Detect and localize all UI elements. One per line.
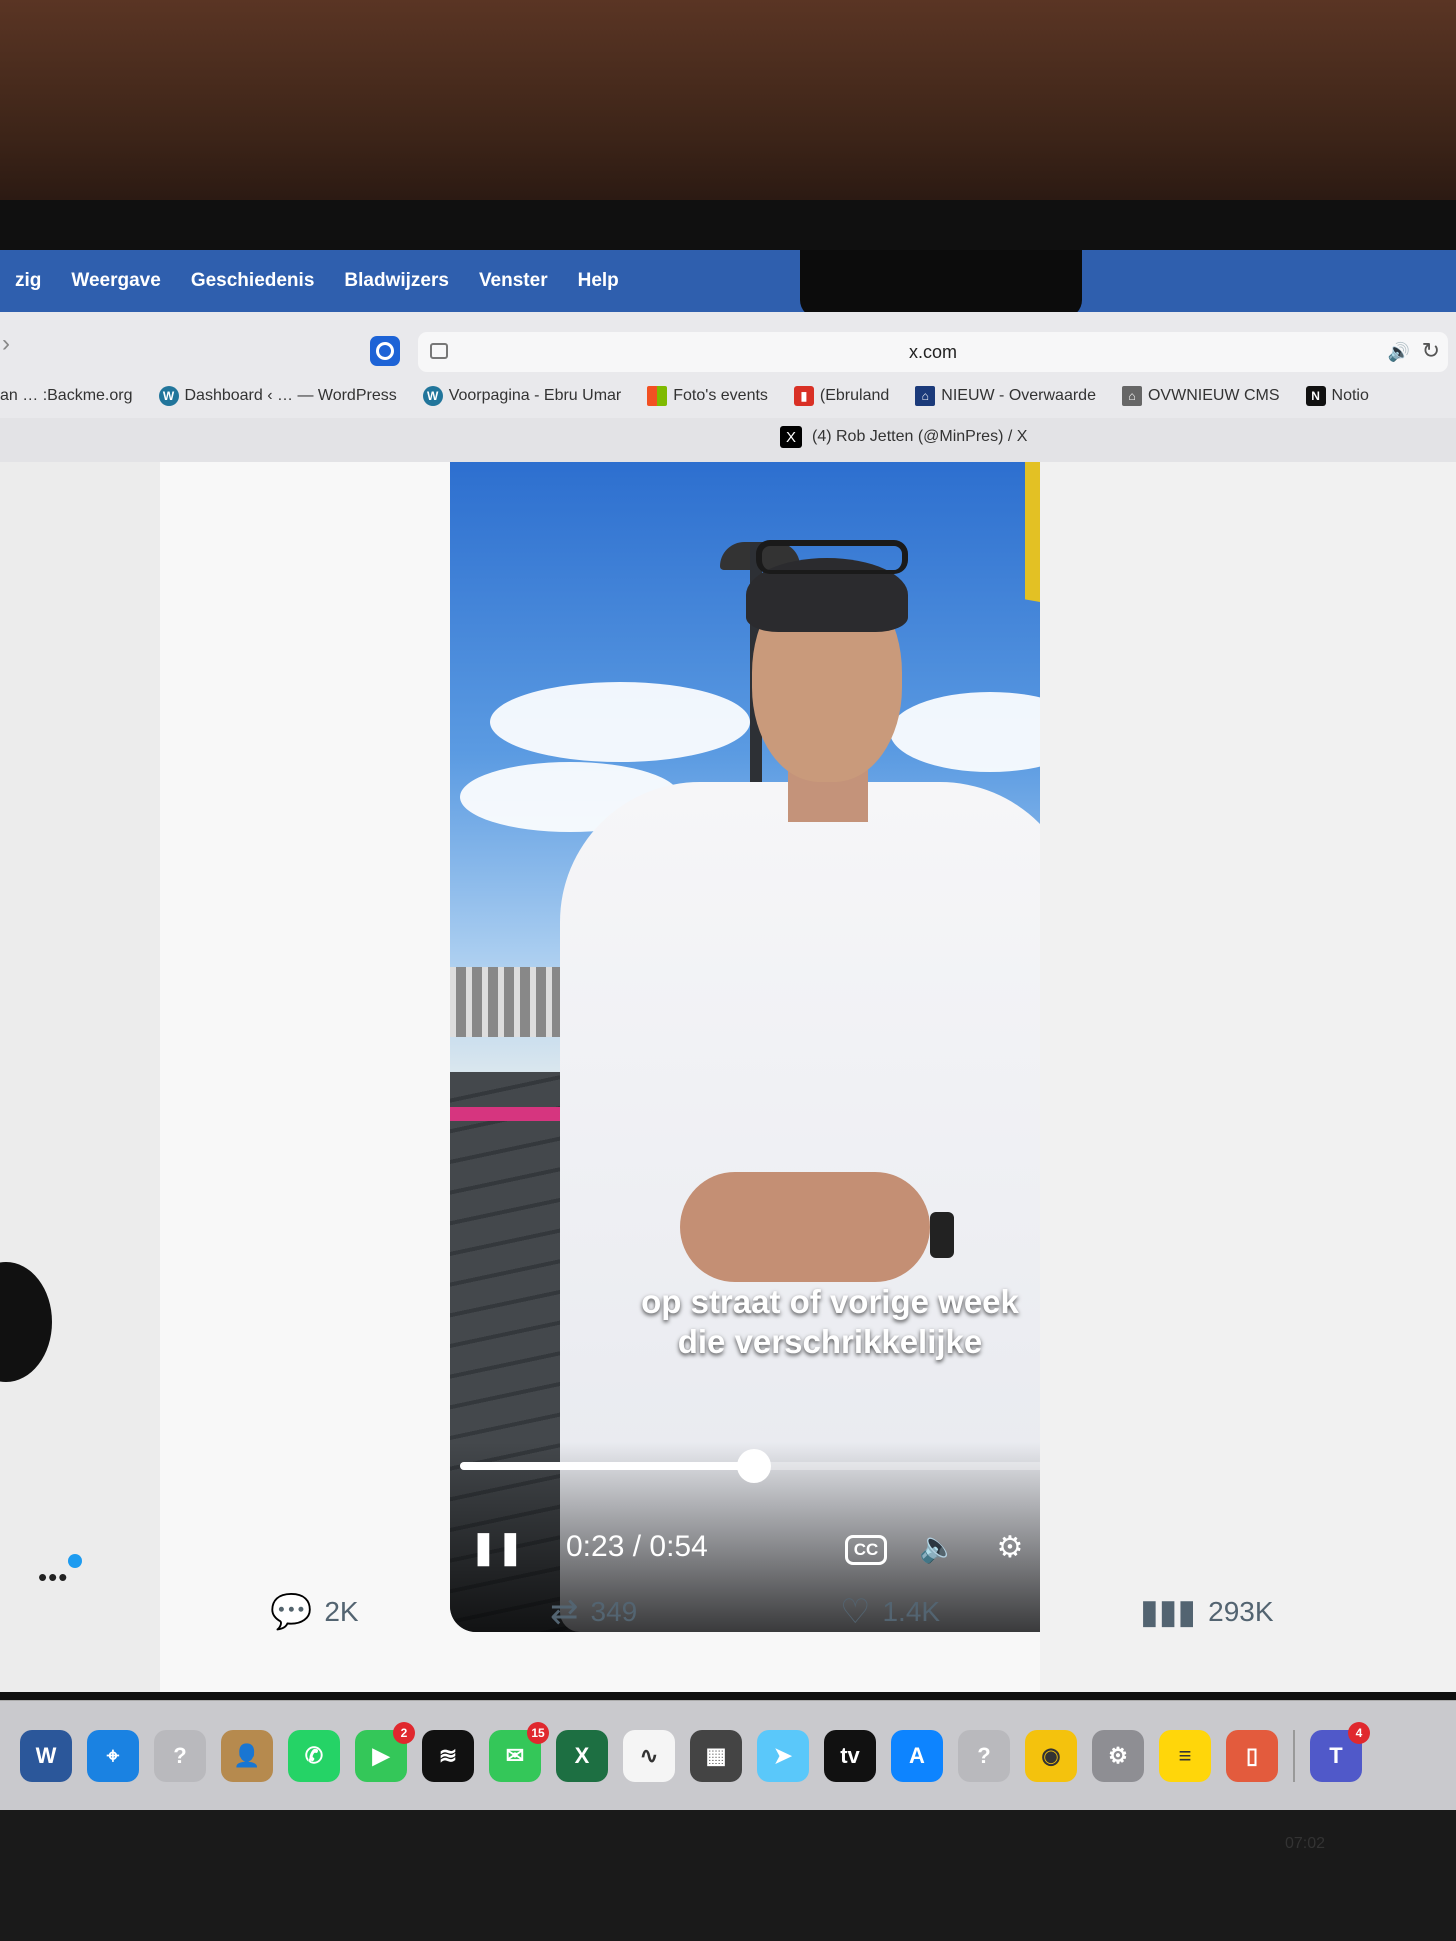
reply-count: 2K — [324, 1596, 359, 1627]
dock-app-spotify-icon[interactable]: ≋ — [422, 1729, 474, 1782]
bookmark-notion[interactable]: N Notio — [1305, 386, 1369, 406]
bookmark-ebru-umar[interactable]: W Voorpagina - Ebru Umar — [422, 386, 621, 406]
privacy-extension-icon[interactable] — [370, 336, 400, 366]
dock-app-messages-icon[interactable]: ✉ 15 — [489, 1721, 549, 1782]
dock-app-unknown-icon[interactable]: ? — [154, 1729, 206, 1782]
x-page: ••• op straat of vorige week die verschr… — [0, 462, 1456, 1692]
bookmarks-bar: an … :Backme.org W Dashboard ‹ … — WordPr… — [0, 374, 1456, 418]
menu-item-bookmarks[interactable]: Bladwijzers — [329, 270, 464, 292]
tab-bar: X (4) Rob Jetten (@MinPres) / X — [0, 418, 1456, 463]
overwaarde-icon: ⌂ — [915, 386, 936, 406]
tab-active[interactable]: X (4) Rob Jetten (@MinPres) / X — [780, 426, 1027, 448]
settings-icon[interactable]: ⚙ — [974, 1530, 1046, 1565]
dock-app-word-icon[interactable]: W — [20, 1729, 72, 1782]
dock-app-contacts-icon[interactable]: 👤 — [221, 1729, 273, 1782]
reload-icon[interactable]: ↻ — [1422, 338, 1440, 364]
like-count: 1.4K — [882, 1596, 941, 1627]
bookmark-ebruland[interactable]: ▮ (Ebruland — [793, 386, 889, 406]
menu-item-window[interactable]: Venster — [464, 270, 563, 292]
notification-dot — [68, 1554, 82, 1568]
speaker-hands — [680, 1172, 930, 1282]
macos-menubar: zig Weergave Geschiedenis Bladwijzers Ve… — [0, 250, 1456, 312]
bookmark-wp-dashboard[interactable]: W Dashboard ‹ … — WordPress — [158, 386, 397, 406]
address-bar[interactable]: x.com 🔊 ↻ — [418, 332, 1448, 372]
more-icon[interactable]: ••• — [38, 1562, 68, 1593]
dock-badge: 2 — [393, 1721, 415, 1744]
dock-separator — [1293, 1729, 1295, 1782]
notion-icon: N — [1305, 386, 1326, 406]
dock-app-apple-tv-icon[interactable]: tv — [824, 1729, 876, 1782]
right-sidebar — [1040, 462, 1456, 1692]
views-icon: ▮▮▮ — [1140, 1593, 1197, 1631]
timeline-column: op straat of vorige week die verschrikke… — [160, 462, 1210, 1692]
menu-item-help[interactable]: Help — [563, 270, 634, 292]
wordpress-icon: W — [422, 386, 443, 406]
reply-button[interactable]: 💬 2K — [270, 1592, 359, 1632]
dock-app-facetime-icon[interactable]: ▶ 2 — [355, 1721, 415, 1782]
laptop-bottom-bezel — [0, 1810, 1456, 1941]
reply-icon: 💬 — [270, 1593, 313, 1631]
video-time: 0:23 / 0:54 — [566, 1530, 708, 1563]
audio-playing-icon[interactable]: 🔊 — [1388, 342, 1410, 363]
menu-item-edit[interactable]: zig — [0, 270, 56, 292]
dock-app-excel-icon[interactable]: X — [556, 1729, 608, 1782]
dock-app-system-settings-icon[interactable]: ⚙ — [1092, 1729, 1144, 1782]
left-nav-column: ••• — [0, 462, 160, 1692]
repost-icon: ⇄ — [550, 1593, 579, 1631]
dock-app-calculator-icon[interactable]: ▦ — [690, 1729, 742, 1782]
heart-icon: ♡ — [840, 1593, 871, 1631]
dock-app-app-store-icon[interactable]: A — [891, 1729, 943, 1782]
dock-app-freeform-icon[interactable]: ∿ — [623, 1729, 675, 1782]
dock-app-maps-icon[interactable]: ➤ — [757, 1729, 809, 1782]
dock-app-chrome-icon[interactable]: ◉ — [1025, 1729, 1077, 1782]
x-logo-icon: X — [780, 426, 802, 448]
bookmark-overwaarde[interactable]: ⌂ NIEUW - Overwaarde — [915, 386, 1096, 406]
macos-dock: W ⌖? 👤 ✆ ▶ 2 ≋ ✉ 15 X ∿ ▦ ➤ tv A? ◉ ⚙ ≡ ▯ T 4 — [0, 1700, 1456, 1810]
bookmark-backme[interactable]: an … :Backme.org — [0, 387, 133, 405]
wordpress-icon: W — [158, 386, 179, 406]
menu-item-view[interactable]: Weergave — [56, 270, 175, 292]
clock: 07:02 — [1285, 1835, 1326, 1852]
captions-button[interactable]: CC — [830, 1529, 902, 1565]
like-button[interactable]: ♡ 1.4K — [840, 1592, 940, 1632]
post-button[interactable] — [0, 1262, 52, 1382]
dock-app-notes-icon[interactable]: ≡ — [1159, 1729, 1211, 1782]
dock-app-iphone-mirroring-icon[interactable]: ▯ — [1226, 1729, 1278, 1782]
windows-icon — [647, 386, 668, 406]
dock-app-safari-icon[interactable]: ⌖ — [87, 1729, 139, 1782]
back-icon[interactable]: › — [2, 330, 10, 358]
view-count: 293K — [1208, 1596, 1274, 1627]
bookmark-icon: ▮ — [793, 386, 814, 406]
progress-fill — [460, 1462, 754, 1470]
cc-icon: CC — [844, 1535, 888, 1565]
dock-app-whatsapp-icon[interactable]: ✆ — [288, 1729, 340, 1782]
dock-app-teams-icon[interactable]: T4 — [1310, 1721, 1370, 1782]
dock-badge: 4 — [1348, 1721, 1370, 1744]
views-button[interactable]: ▮▮▮ 293K — [1140, 1592, 1274, 1632]
pause-icon[interactable]: ❚❚ — [470, 1528, 550, 1566]
repost-button[interactable]: ⇄ 349 — [550, 1592, 637, 1632]
overwaarde-icon: ⌂ — [1121, 386, 1142, 406]
progress-thumb[interactable] — [736, 1449, 771, 1483]
cloud — [490, 682, 750, 762]
sunglasses — [756, 540, 908, 574]
url-text: x.com — [908, 342, 957, 362]
bookmark-ovw-cms[interactable]: ⌂ OVWNIEUW CMS — [1121, 386, 1280, 406]
wristwatch — [930, 1212, 954, 1258]
post-actions: 💬 2K ⇄ 349 ♡ 1.4K ▮▮▮ 293K — [270, 1592, 1274, 1652]
dock-badge: 15 — [527, 1721, 549, 1744]
camera-notch — [800, 250, 1082, 318]
tab-title: (4) Rob Jetten (@MinPres) / X — [812, 428, 1028, 445]
volume-icon[interactable]: 🔈 — [902, 1530, 974, 1565]
repost-count: 349 — [590, 1596, 638, 1627]
menu-item-history[interactable]: Geschiedenis — [176, 270, 330, 292]
room-background — [0, 0, 1456, 230]
dock-app-unknown-2-icon[interactable]: ? — [958, 1729, 1010, 1782]
bookmark-foto-events[interactable]: Foto's events — [647, 386, 768, 406]
